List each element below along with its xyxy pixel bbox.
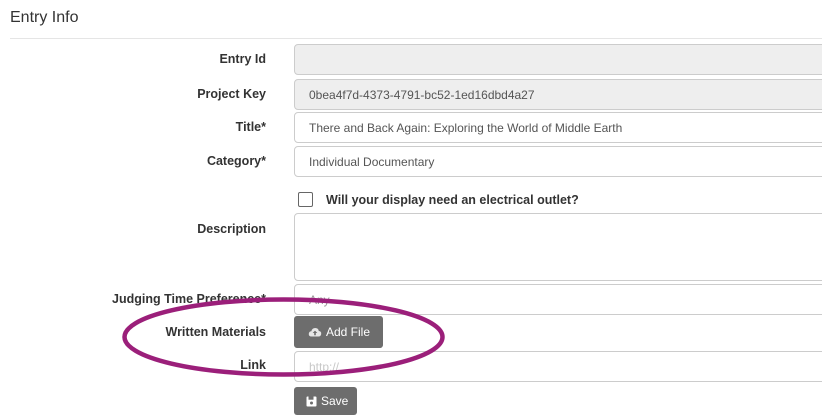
category-value: Individual Documentary xyxy=(309,154,435,169)
title-label: Title* xyxy=(235,120,266,134)
project-key-value: 0bea4f7d-4373-4791-bc52-1ed16dbd4a27 xyxy=(309,87,535,102)
judging-time-value: Any xyxy=(309,292,330,307)
section-divider xyxy=(10,38,822,39)
cloud-upload-icon xyxy=(308,326,322,338)
entry-id-field xyxy=(294,44,822,75)
project-key-label: Project Key xyxy=(197,87,266,101)
section-title: Entry Info xyxy=(10,9,79,26)
save-button[interactable]: Save xyxy=(294,387,357,415)
save-label: Save xyxy=(321,394,349,408)
electrical-outlet-label[interactable]: Will your display need an electrical out… xyxy=(326,193,579,207)
category-label: Category* xyxy=(206,154,266,168)
entry-id-label: Entry Id xyxy=(219,52,266,66)
electrical-outlet-checkbox[interactable] xyxy=(298,192,313,207)
project-key-field: 0bea4f7d-4373-4791-bc52-1ed16dbd4a27 xyxy=(294,79,822,110)
description-textarea[interactable] xyxy=(294,213,822,281)
add-file-label: Add File xyxy=(326,325,371,339)
written-materials-label: Written Materials xyxy=(165,325,267,339)
link-placeholder: http:// xyxy=(309,359,340,374)
category-select[interactable]: Individual Documentary xyxy=(294,146,822,177)
judging-time-select[interactable]: Any xyxy=(294,284,822,315)
judging-time-label: Judging Time Preference* xyxy=(112,292,266,306)
floppy-disk-icon xyxy=(306,396,317,407)
title-value: There and Back Again: Exploring the Worl… xyxy=(309,120,623,135)
link-label: Link xyxy=(240,358,266,372)
electrical-outlet-row[interactable]: Will your display need an electrical out… xyxy=(298,192,579,207)
add-file-button[interactable]: Add File xyxy=(294,316,383,348)
link-input[interactable]: http:// xyxy=(294,351,822,382)
title-input[interactable]: There and Back Again: Exploring the Worl… xyxy=(294,112,822,143)
description-label: Description xyxy=(197,222,266,236)
